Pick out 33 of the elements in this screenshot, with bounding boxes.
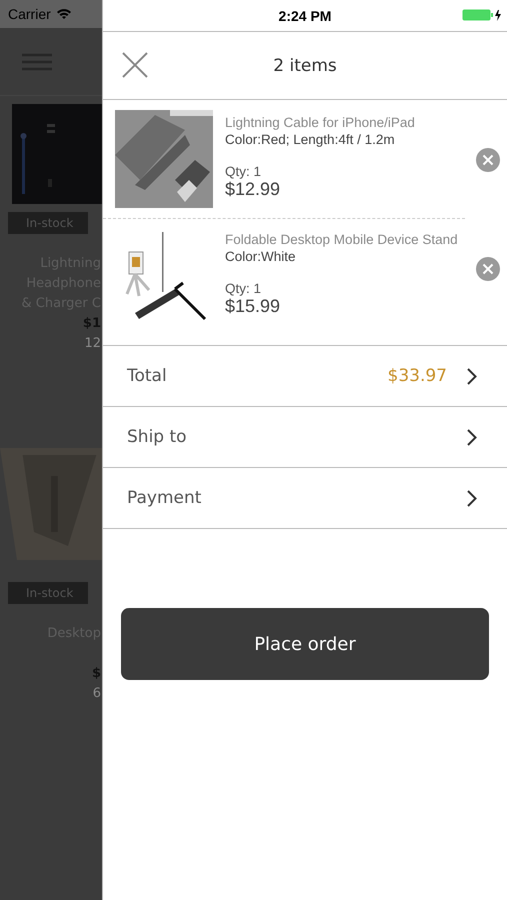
item-name: Lightning Cable for iPhone/iPad: [225, 114, 416, 131]
row-label: Total: [127, 366, 168, 386]
chevron-icon: [467, 490, 477, 506]
battery-icon: [462, 9, 502, 21]
row-label: Ship to: [127, 427, 188, 447]
product-note: 12: [84, 335, 101, 353]
wifi-icon: [56, 8, 72, 20]
product-price: $: [92, 665, 101, 683]
close-icon: [121, 51, 149, 79]
chevron-icon: [467, 368, 477, 384]
summary-row[interactable]: Ship to: [103, 407, 507, 468]
item-price: $12.99: [225, 179, 282, 200]
remove-button[interactable]: [476, 148, 500, 172]
remove-button[interactable]: [476, 257, 500, 281]
carrier-name: Carrier: [8, 6, 51, 22]
product-note: 6: [92, 685, 101, 703]
total-amount: $33.97: [388, 366, 447, 386]
remove-icon: [476, 257, 500, 281]
item-name: Foldable Desktop Mobile Device Stand: [225, 231, 459, 248]
item-quantity: Qty: 1: [225, 164, 262, 179]
summary-row[interactable]: Payment: [103, 468, 507, 529]
row-label: Payment: [127, 488, 202, 508]
cart-title: 2 items: [273, 56, 337, 76]
chevron-icon: [467, 428, 477, 446]
item-options: Color:Red; Length:4ft / 1.2m: [225, 131, 465, 148]
item-options: Color:White: [225, 248, 499, 265]
summary-row[interactable]: Total $33.97: [103, 346, 507, 407]
item-price: $15.99: [225, 296, 282, 317]
close-button[interactable]: [121, 51, 149, 79]
item-quantity: Qty: 1: [225, 281, 262, 296]
remove-icon: [476, 148, 500, 172]
place-order-button[interactable]: Place order: [121, 608, 489, 680]
status-time: 2:24 PM: [278, 8, 332, 24]
